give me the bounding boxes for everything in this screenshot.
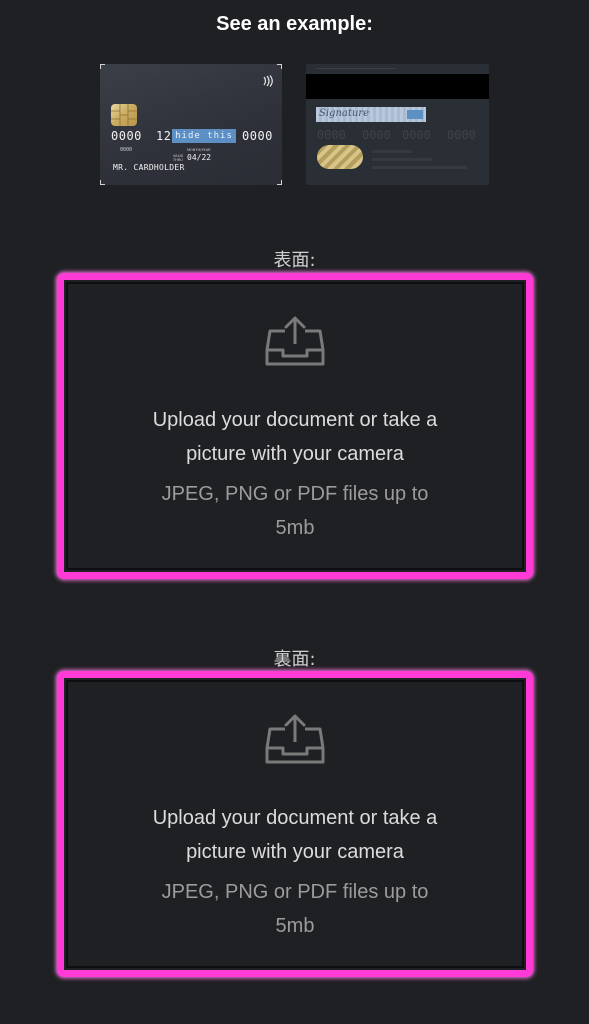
file-type-hint: JPEG, PNG or PDF files up to 5mb — [64, 477, 526, 545]
example-card-front-image: 0000 12 hide this 0000 0000 MONTH/YEAR V… — [100, 64, 282, 185]
cardholder-name: MR. CARDHOLDER — [113, 163, 185, 172]
file-type-hint-line: 5mb — [275, 517, 315, 539]
card-number-group-1: 0000 — [111, 129, 142, 143]
upload-page: See an example: 0000 12 hide this 0000 0… — [0, 0, 589, 1024]
card-expiry: 04/22 — [187, 153, 212, 162]
signature-strip: Signature — [316, 107, 426, 122]
example-title: See an example: — [216, 13, 373, 35]
month-year-label: MONTH/YEAR — [187, 148, 211, 152]
hide-this-box: hide this — [172, 129, 236, 143]
signature-text: Signature — [319, 108, 370, 119]
chip-icon — [111, 104, 137, 126]
back-side-label: 裏面: — [273, 649, 316, 670]
upload-instructions: Upload your document or take a picture w… — [64, 403, 526, 471]
front-upload-dropzone[interactable]: Upload your document or take a picture w… — [57, 273, 533, 579]
back-ghost-number: 0000 — [317, 128, 346, 142]
upload-instructions-line: Upload your document or take a — [152, 409, 438, 431]
upload-tray-icon — [265, 316, 325, 366]
cvv-box — [407, 110, 423, 119]
back-ghost-number: 0000 — [447, 128, 476, 142]
card-number-group-2: 12 — [156, 129, 172, 143]
magnetic-stripe — [306, 74, 489, 99]
corner-marker — [277, 180, 282, 185]
upload-instructions-line: picture with your camera — [186, 443, 404, 465]
file-type-hint-line: 5mb — [275, 915, 315, 937]
card-number-group-4: 0000 — [242, 129, 273, 143]
corner-marker — [277, 64, 282, 69]
front-side-label: 表面: — [273, 250, 316, 271]
example-card-back-image: Signature 0000 0000 0000 0000 — [306, 64, 489, 185]
back-upload-dropzone[interactable]: Upload your document or take a picture w… — [57, 671, 533, 977]
upload-instructions-line: picture with your camera — [186, 841, 404, 863]
back-ghost-number: 0000 — [402, 128, 431, 142]
contactless-icon — [262, 75, 274, 90]
back-top-line — [316, 68, 396, 69]
corner-marker — [100, 180, 105, 185]
back-ghost-line — [372, 158, 432, 161]
upload-tray-icon — [265, 714, 325, 764]
corner-marker — [100, 64, 105, 69]
back-ghost-line — [372, 150, 412, 153]
valid-thru-label: VALID THRU — [173, 154, 183, 162]
thru-label: THRU — [173, 158, 183, 162]
file-type-hint-line: JPEG, PNG or PDF files up to — [161, 881, 429, 903]
hologram-icon — [317, 145, 363, 169]
upload-instructions: Upload your document or take a picture w… — [64, 801, 526, 869]
card-small-number: 0000 — [120, 147, 133, 153]
file-type-hint: JPEG, PNG or PDF files up to 5mb — [64, 875, 526, 943]
back-ghost-line — [372, 166, 467, 169]
back-ghost-number: 0000 — [362, 128, 391, 142]
file-type-hint-line: JPEG, PNG or PDF files up to — [161, 483, 429, 505]
upload-instructions-line: Upload your document or take a — [152, 807, 438, 829]
